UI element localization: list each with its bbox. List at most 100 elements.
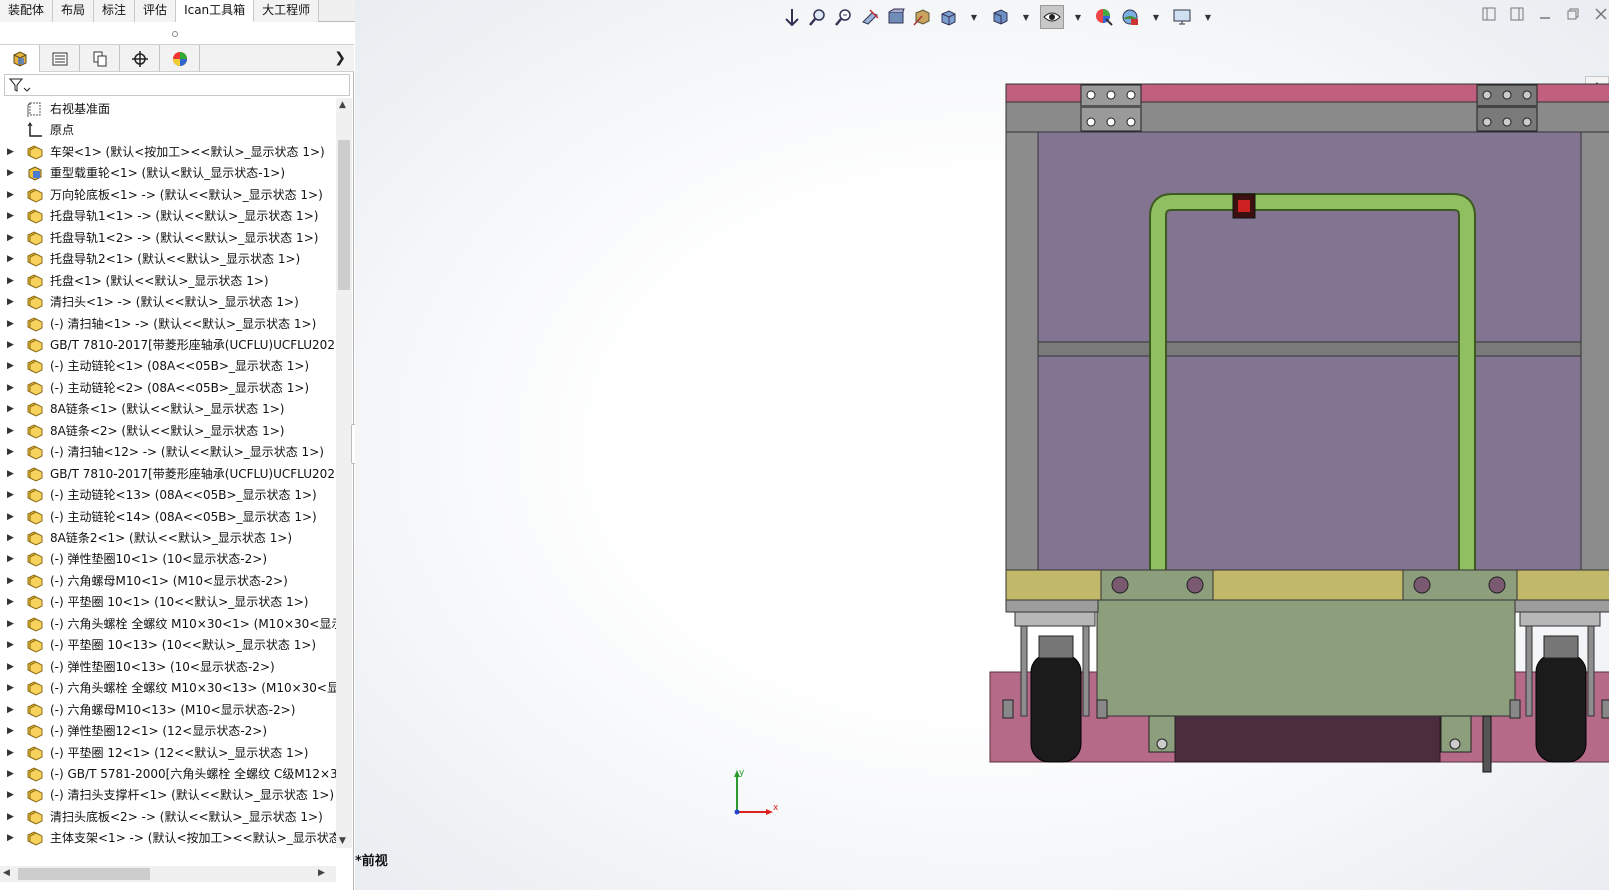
previous-view-button[interactable] bbox=[832, 5, 856, 29]
chevron-right-icon[interactable]: ▶ bbox=[7, 184, 17, 206]
chevron-right-icon[interactable]: ▶ bbox=[7, 248, 17, 270]
tree-item[interactable]: ▶ 万向轮底板<1> -> (默认<<默认>_显示状态 1>) bbox=[0, 184, 336, 206]
propertymanager-tab[interactable] bbox=[40, 45, 80, 72]
chevron-right-icon[interactable]: ▶ bbox=[7, 634, 17, 656]
chevron-right-icon[interactable]: ▶ bbox=[7, 720, 17, 742]
hide-show-items-toggle[interactable] bbox=[1040, 5, 1064, 29]
hide-show-dropdown[interactable]: ▼ bbox=[1014, 5, 1038, 29]
tree-item[interactable]: ▶ (-) 平垫圈 10<1> (10<<默认>_显示状态 1>) bbox=[0, 591, 336, 613]
tree-scroll-thumb[interactable] bbox=[338, 140, 350, 290]
tree-item[interactable]: ▶ 托盘导轨1<2> -> (默认<<默认>_显示状态 1>) bbox=[0, 227, 336, 249]
tree-item[interactable]: ▶ 车架<1> (默认<按加工><<默认>_显示状态 1>) bbox=[0, 141, 336, 163]
panel-left-icon[interactable] bbox=[1481, 6, 1497, 22]
panel-splitter[interactable] bbox=[0, 22, 354, 44]
tree-item[interactable]: ▶ (-) GB/T 5781-2000[六角头螺栓 全螺纹 C级M12×3 bbox=[0, 763, 336, 785]
tab-2[interactable]: 标注 bbox=[94, 0, 136, 22]
chevron-right-icon[interactable]: ▶ bbox=[7, 463, 17, 485]
tree-item[interactable]: ▶ 8A链条2<1> (默认<<默认>_显示状态 1>) bbox=[0, 527, 336, 549]
tree-item[interactable]: ▶ (-) 主动链轮<2> (08A<<05B>_显示状态 1>) bbox=[0, 377, 336, 399]
tree-item[interactable]: ▶ (-) 六角头螺栓 全螺纹 M10×30<13> (M10×30<显示 bbox=[0, 677, 336, 699]
restore-icon[interactable] bbox=[1565, 6, 1581, 22]
tree-item[interactable]: ▶ 托盘导轨2<1> (默认<<默认>_显示状态 1>) bbox=[0, 248, 336, 270]
tab-4[interactable]: Ican工具箱 bbox=[176, 0, 255, 22]
tab-1[interactable]: 布局 bbox=[53, 0, 95, 22]
tree-item[interactable]: ▶ (-) 清扫轴<12> -> (默认<<默认>_显示状态 1>) bbox=[0, 441, 336, 463]
tree-item[interactable]: ▶ (-) 弹性垫圈12<1> (12<显示状态-2>) bbox=[0, 720, 336, 742]
tree-item[interactable]: ▶ (-) 六角螺母M10<1> (M10<显示状态-2>) bbox=[0, 570, 336, 592]
tree-item[interactable]: ▶ (-) 六角螺母M10<13> (M10<显示状态-2>) bbox=[0, 699, 336, 721]
chevron-right-icon[interactable]: ▶ bbox=[7, 591, 17, 613]
chevron-right-icon[interactable]: ▶ bbox=[7, 484, 17, 506]
chevron-right-icon[interactable]: ▶ bbox=[7, 291, 17, 313]
tree-item[interactable]: ▶ (-) 弹性垫圈10<13> (10<显示状态-2>) bbox=[0, 656, 336, 678]
apply-scene-button[interactable] bbox=[1118, 5, 1142, 29]
chevron-right-icon[interactable]: ▶ bbox=[7, 827, 17, 849]
manager-scroll-right-icon[interactable]: ❯ bbox=[334, 50, 346, 66]
tree-item[interactable]: ▶ (-) 六角头螺栓 全螺纹 M10×30<1> (M10×30<显示 bbox=[0, 613, 336, 635]
tree-item[interactable]: ▶ 重型载重轮<1> (默认<默认_显示状态-1>) bbox=[0, 162, 336, 184]
dimxpert-tab[interactable] bbox=[120, 45, 160, 72]
tree-vertical-scrollbar[interactable]: ▲ ▼ bbox=[336, 98, 352, 848]
tab-5[interactable]: 大工程师 bbox=[254, 0, 320, 22]
chevron-right-icon[interactable]: ▶ bbox=[7, 162, 17, 184]
close-icon[interactable] bbox=[1593, 6, 1609, 22]
tree-item[interactable]: ▶ 清扫头底板<2> -> (默认<<默认>_显示状态 1>) bbox=[0, 806, 336, 828]
chevron-right-icon[interactable]: ▶ bbox=[7, 699, 17, 721]
tree-item[interactable]: ▶ (-) 弹性垫圈10<1> (10<显示状态-2>) bbox=[0, 548, 336, 570]
tab-3[interactable]: 评估 bbox=[135, 0, 177, 22]
tree-filter[interactable] bbox=[4, 74, 350, 96]
scroll-up-icon[interactable]: ▲ bbox=[339, 100, 346, 110]
chevron-right-icon[interactable]: ▶ bbox=[7, 570, 17, 592]
tree-item[interactable]: ▶ 清扫头<1> -> (默认<<默认>_显示状态 1>) bbox=[0, 291, 336, 313]
display-style-button[interactable] bbox=[936, 5, 960, 29]
apply-scene-dropdown[interactable]: ▼ bbox=[1144, 5, 1168, 29]
chevron-right-icon[interactable]: ▶ bbox=[7, 334, 17, 356]
chevron-right-icon[interactable]: ▶ bbox=[7, 377, 17, 399]
chevron-right-icon[interactable]: ▶ bbox=[7, 527, 17, 549]
chevron-right-icon[interactable]: ▶ bbox=[7, 205, 17, 227]
chevron-right-icon[interactable]: ▶ bbox=[7, 355, 17, 377]
tree-item[interactable]: ▶ 8A链条<2> (默认<<默认>_显示状态 1>) bbox=[0, 420, 336, 442]
tree-horizontal-scrollbar[interactable]: ◀ ▶ bbox=[0, 866, 336, 882]
chevron-right-icon[interactable]: ▶ bbox=[7, 313, 17, 335]
displaymanager-tab[interactable] bbox=[160, 45, 200, 72]
chevron-right-icon[interactable]: ▶ bbox=[7, 742, 17, 764]
tree-item[interactable]: 原点 bbox=[0, 119, 336, 141]
tree-item[interactable]: ▶ (-) 平垫圈 10<13> (10<<默认>_显示状态 1>) bbox=[0, 634, 336, 656]
tree-item[interactable]: ▶ (-) 平垫圈 12<1> (12<<默认>_显示状态 1>) bbox=[0, 742, 336, 764]
tree-hscroll-thumb[interactable] bbox=[18, 868, 150, 880]
scroll-left-icon[interactable]: ◀ bbox=[3, 868, 10, 878]
minimize-icon[interactable] bbox=[1537, 6, 1553, 22]
tree-item[interactable]: ▶ 主体支架<1> -> (默认<按加工><<默认>_显示状态 bbox=[0, 827, 336, 849]
hide-show-items-button[interactable] bbox=[988, 5, 1012, 29]
tree-item[interactable]: ▶ (-) 主动链轮<1> (08A<<05B>_显示状态 1>) bbox=[0, 355, 336, 377]
chevron-right-icon[interactable]: ▶ bbox=[7, 548, 17, 570]
featuremanager-tab[interactable] bbox=[0, 45, 40, 72]
dynamic-annotation-button[interactable] bbox=[884, 5, 908, 29]
tree-item[interactable]: ▶ (-) 清扫轴<1> -> (默认<<默认>_显示状态 1>) bbox=[0, 313, 336, 335]
display-style-dropdown[interactable]: ▼ bbox=[962, 5, 986, 29]
zoom-to-fit-button[interactable] bbox=[780, 5, 804, 29]
chevron-right-icon[interactable]: ▶ bbox=[7, 677, 17, 699]
tree-item[interactable]: ▶ 8A链条<1> (默认<<默认>_显示状态 1>) bbox=[0, 398, 336, 420]
chevron-right-icon[interactable]: ▶ bbox=[7, 398, 17, 420]
tree-item[interactable]: ▶ (-) 主动链轮<13> (08A<<05B>_显示状态 1>) bbox=[0, 484, 336, 506]
section-view-button[interactable] bbox=[858, 5, 882, 29]
assembly-model-front-view[interactable] bbox=[975, 76, 1609, 788]
chevron-right-icon[interactable]: ▶ bbox=[7, 656, 17, 678]
tree-item[interactable]: ▶ GB/T 7810-2017[带菱形座轴承(UCFLU)UCFLU202]< bbox=[0, 463, 336, 485]
zoom-to-area-button[interactable] bbox=[806, 5, 830, 29]
tree-item[interactable]: ▶ 托盘<1> (默认<<默认>_显示状态 1>) bbox=[0, 270, 336, 292]
panel-right-icon[interactable] bbox=[1509, 6, 1525, 22]
chevron-right-icon[interactable]: ▶ bbox=[7, 763, 17, 785]
tree-item[interactable]: 右视基准面 bbox=[0, 98, 336, 120]
hide-show-toggle-dropdown[interactable]: ▼ bbox=[1066, 5, 1090, 29]
tree-item[interactable]: ▶ 托盘导轨1<1> -> (默认<<默认>_显示状态 1>) bbox=[0, 205, 336, 227]
configurationmanager-tab[interactable] bbox=[80, 45, 120, 72]
chevron-right-icon[interactable]: ▶ bbox=[7, 227, 17, 249]
view-orientation-button[interactable] bbox=[910, 5, 934, 29]
chevron-right-icon[interactable]: ▶ bbox=[7, 806, 17, 828]
graphics-area[interactable]: ▼ ▼ ▼ ▼ ▼ y x *前视 bbox=[355, 0, 1609, 890]
view-settings-button[interactable] bbox=[1170, 5, 1194, 29]
tree-item[interactable]: ▶ (-) 清扫头支撑杆<1> (默认<<默认>_显示状态 1>) bbox=[0, 784, 336, 806]
